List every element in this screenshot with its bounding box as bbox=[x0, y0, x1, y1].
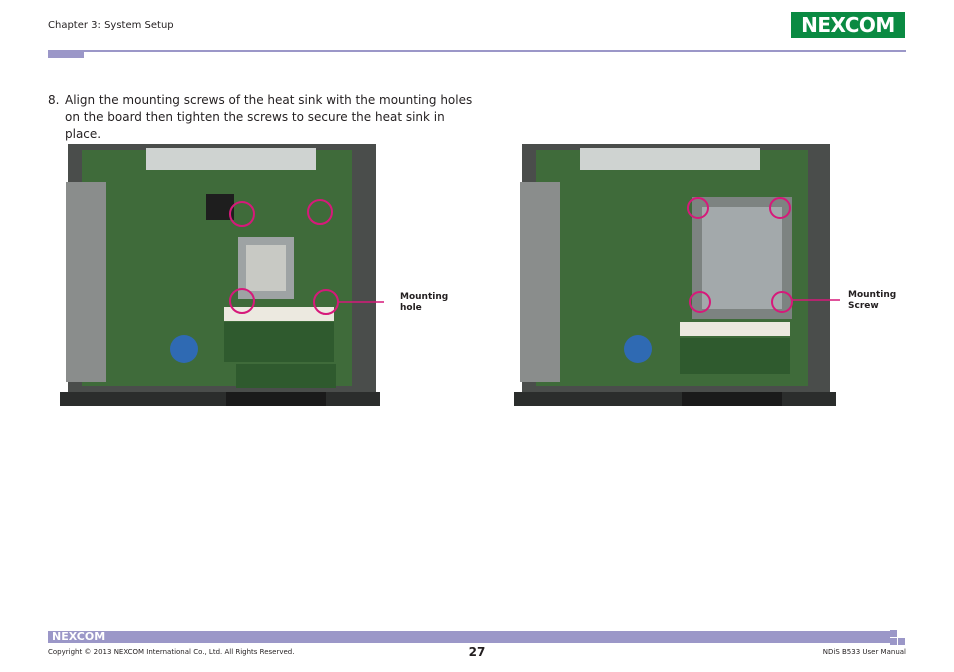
footer-bar bbox=[48, 631, 890, 643]
footer-square-1 bbox=[890, 630, 897, 637]
step-text: Align the mounting screws of the heat si… bbox=[65, 93, 473, 141]
footer-square-2 bbox=[898, 638, 905, 645]
manual-title: NDiS B533 User Manual bbox=[822, 648, 906, 656]
board-photo-screws bbox=[510, 142, 840, 410]
footer-logo: NEXCOM bbox=[52, 630, 106, 643]
label-mounting-screw: Mounting Screw bbox=[848, 290, 897, 311]
chapter-title: Chapter 3: System Setup bbox=[48, 20, 174, 31]
label-mounting-hole: Mounting hole bbox=[400, 292, 449, 313]
step-instruction: 8. Align the mounting screws of the heat… bbox=[48, 92, 478, 143]
footer-square-3 bbox=[890, 638, 897, 645]
header-accent-block bbox=[48, 50, 84, 58]
step-number: 8. bbox=[48, 93, 60, 107]
copyright-text: Copyright © 2013 NEXCOM International Co… bbox=[48, 648, 295, 656]
page-number: 27 bbox=[468, 645, 486, 659]
header-rule bbox=[84, 50, 906, 52]
nexcom-logo: NEXCOM bbox=[791, 12, 905, 38]
board-photo-holes bbox=[56, 142, 384, 410]
logo-text: NEXCOM bbox=[801, 13, 895, 37]
